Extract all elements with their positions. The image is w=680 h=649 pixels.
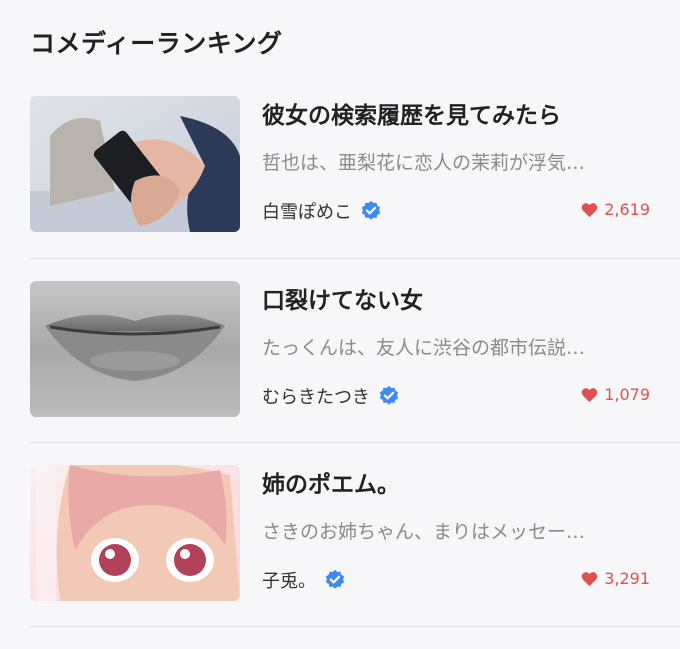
item-description: たっくんは、友人に渋谷の都市伝説… — [262, 337, 586, 359]
item-title[interactable]: 口裂けてない女 — [262, 281, 423, 315]
heart-icon — [581, 202, 598, 217]
author-name[interactable]: 白雪ぽめこ — [262, 198, 352, 224]
thumbnail-image[interactable] — [30, 96, 240, 232]
verified-badge-icon — [325, 569, 345, 589]
heart-icon — [581, 571, 598, 586]
item-title[interactable]: 彼女の検索履歴を見てみたら — [262, 96, 561, 130]
like-count-value: 3,291 — [604, 569, 650, 588]
like-count: 1,079 — [581, 385, 650, 404]
divider — [30, 258, 680, 259]
like-count-value: 2,619 — [604, 200, 650, 219]
thumbnail-image[interactable] — [30, 465, 240, 601]
thumbnail-image[interactable] — [30, 281, 240, 417]
author-name[interactable]: むらきたつき — [262, 383, 370, 409]
verified-badge-icon — [379, 385, 399, 405]
list-item[interactable]: 姉のポエム。 さきのお姉ちゃん、まりはメッセー… 子兎。 3,291 — [30, 465, 680, 649]
item-title[interactable]: 姉のポエム。 — [262, 465, 400, 499]
author[interactable]: 白雪ぽめこ — [262, 198, 382, 224]
like-count: 2,619 — [581, 200, 650, 219]
like-count: 3,291 — [581, 569, 650, 588]
item-description: さきのお姉ちゃん、まりはメッセー… — [262, 521, 586, 543]
list-item[interactable]: 口裂けてない女 たっくんは、友人に渋谷の都市伝説… むらきたつき 1,079 — [30, 281, 680, 465]
list-item[interactable]: 彼女の検索履歴を見てみたら 哲也は、亜梨花に恋人の茉莉が浮気… 白雪ぽめこ 2,… — [30, 96, 680, 280]
like-count-value: 1,079 — [604, 385, 650, 404]
divider — [30, 442, 680, 443]
section-title: コメディーランキング — [30, 29, 283, 58]
item-description: 哲也は、亜梨花に恋人の茉莉が浮気… — [262, 152, 586, 174]
divider — [30, 626, 680, 627]
author[interactable]: 子兎。 — [262, 567, 346, 593]
heart-icon — [581, 387, 598, 402]
author[interactable]: むらきたつき — [262, 383, 400, 409]
verified-badge-icon — [361, 200, 381, 220]
author-name[interactable]: 子兎。 — [262, 567, 316, 593]
